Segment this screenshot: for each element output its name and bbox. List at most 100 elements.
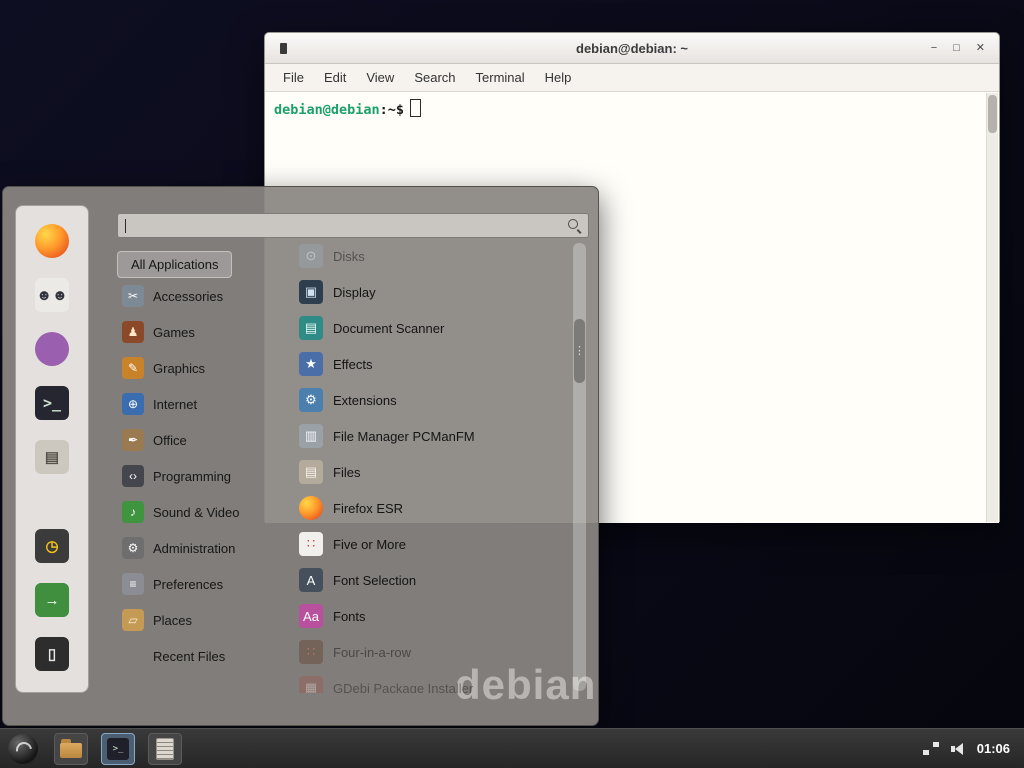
firefox-icon — [35, 224, 69, 258]
prompt-user: debian@debian — [274, 102, 380, 118]
category-label: Administration — [153, 541, 235, 556]
administration-category-icon: ⚙ — [122, 537, 144, 559]
effects-icon: ★ — [299, 352, 323, 376]
minimize-button[interactable]: − — [931, 43, 937, 54]
category-label: Games — [153, 325, 195, 340]
terminal-menu-edit[interactable]: Edit — [314, 66, 356, 89]
category-places[interactable]: ▱ Places — [117, 602, 281, 638]
category-label: Office — [153, 433, 187, 448]
app-firefox-esr[interactable]: Firefox ESR — [285, 490, 573, 526]
category-office[interactable]: ✒ Office — [117, 422, 281, 458]
app-file-manager-pcmanfm[interactable]: ▥ File Manager PCManFM — [285, 418, 573, 454]
terminal-menubar: FileEditViewSearchTerminalHelp — [265, 64, 999, 92]
preferences-category-icon: ≡ — [122, 573, 144, 595]
category-accessories[interactable]: ✂Accessories — [117, 278, 281, 314]
terminal-menu-file[interactable]: File — [273, 66, 314, 89]
games-category-icon: ♟ — [122, 321, 144, 343]
volume-icon[interactable] — [951, 743, 965, 755]
app-label: Five or More — [333, 537, 406, 552]
app-label: Font Selection — [333, 573, 416, 588]
chat-app-icon — [35, 332, 69, 366]
terminal-menu-view[interactable]: View — [356, 66, 404, 89]
category-graphics[interactable]: ✎Graphics — [117, 350, 281, 386]
lock-screen-button[interactable]: ◷ — [29, 523, 75, 569]
app-label: Disks — [333, 249, 365, 264]
app-extensions[interactable]: ⚙Extensions — [285, 382, 573, 418]
app-label: Firefox ESR — [333, 501, 403, 516]
quit-button[interactable]: ▯ — [29, 631, 75, 677]
app-label: Document Scanner — [333, 321, 444, 336]
app-label: GDebi Package Installer — [333, 681, 473, 694]
internet-category-icon: ⊕ — [122, 393, 144, 415]
terminal-menu-help[interactable]: Help — [535, 66, 582, 89]
category-administration[interactable]: ⚙ Administration — [117, 530, 281, 566]
app-fonts[interactable]: AaFonts — [285, 598, 573, 634]
app-list: ⊙Disks▣Display▤Document Scanner★Effects⚙… — [285, 238, 573, 693]
menu-button[interactable] — [8, 734, 38, 764]
four-in-a-row-icon: ∷ — [299, 640, 323, 664]
category-label: Internet — [153, 397, 197, 412]
app-list-scrollbar[interactable] — [573, 243, 586, 691]
display-icon: ▣ — [299, 280, 323, 304]
terminal-scrollbar[interactable] — [986, 93, 998, 522]
taskbar-apps: >_ — [54, 733, 182, 765]
terminal-menu-search[interactable]: Search — [404, 66, 465, 89]
category-internet[interactable]: ⊕ Internet — [117, 386, 281, 422]
logout-button[interactable]: → — [29, 577, 75, 623]
category-programming[interactable]: ‹›Programming — [117, 458, 281, 494]
category-label: Programming — [153, 469, 231, 484]
quit-icon: ▯ — [35, 637, 69, 671]
app-five-or-more[interactable]: ∷Five or More — [285, 526, 573, 562]
search-box[interactable] — [117, 213, 589, 238]
favorite-chat-app[interactable] — [29, 326, 75, 372]
file-manager-icon: ▤ — [35, 440, 69, 474]
app-document-scanner[interactable]: ▤Document Scanner — [285, 310, 573, 346]
taskbar-terminal-button[interactable]: >_ — [101, 733, 135, 765]
prompt-path: :~$ — [380, 102, 404, 118]
places-category-icon: ▱ — [122, 609, 144, 631]
clock[interactable]: 01:06 — [977, 741, 1010, 756]
terminal-scrollbar-thumb[interactable] — [988, 95, 997, 133]
app-effects[interactable]: ★Effects — [285, 346, 573, 382]
office-category-icon: ✒ — [122, 429, 144, 451]
close-button[interactable]: ✕ — [976, 43, 985, 54]
terminal-icon: >_ — [107, 738, 129, 760]
terminal-cursor — [410, 99, 421, 117]
category-games[interactable]: ♟ Games — [117, 314, 281, 350]
category-all-applications[interactable]: All Applications — [117, 251, 232, 278]
accessories-category-icon: ✂ — [122, 285, 144, 307]
maximize-button[interactable]: □ — [953, 43, 960, 54]
category-preferences[interactable]: ≡ Preferences — [117, 566, 281, 602]
category-label: Preferences — [153, 577, 223, 592]
search-input[interactable] — [126, 214, 568, 237]
terminal-icon: >_ — [35, 386, 69, 420]
favorite-firefox[interactable] — [29, 218, 75, 264]
firefox-esr-icon — [299, 496, 323, 520]
app-list-scrollbar-thumb[interactable] — [574, 319, 585, 383]
taskbar-files-button[interactable] — [148, 733, 182, 765]
app-disks[interactable]: ⊙Disks — [285, 238, 573, 274]
app-display[interactable]: ▣Display — [285, 274, 573, 310]
files-icon: ▤ — [299, 460, 323, 484]
terminal-menu-terminal[interactable]: Terminal — [466, 66, 535, 89]
network-icon[interactable] — [923, 742, 939, 755]
app-gdebi-package-installer[interactable]: ▦ GDebi Package Installer — [285, 670, 573, 693]
terminal-window-icon — [280, 43, 287, 54]
category-sound-video[interactable]: ♪Sound & Video — [117, 494, 281, 530]
app-four-in-a-row[interactable]: ∷Four-in-a-row — [285, 634, 573, 670]
category-label: Places — [153, 613, 192, 628]
category-label: Recent Files — [153, 649, 225, 664]
category-recent-files[interactable]: Recent Files — [117, 638, 281, 674]
taskbar-file-manager-button[interactable] — [54, 733, 88, 765]
terminal-titlebar[interactable]: debian@debian: ~ −□✕ — [265, 33, 999, 64]
favorite-terminal[interactable]: >_ — [29, 380, 75, 426]
category-label: Graphics — [153, 361, 205, 376]
favorite-file-manager[interactable]: ▤ — [29, 434, 75, 480]
app-font-selection[interactable]: AFont Selection — [285, 562, 573, 598]
app-label: File Manager PCManFM — [333, 429, 475, 444]
file-manager-pcmanfm-icon: ▥ — [299, 424, 323, 448]
logout-icon: → — [35, 583, 69, 617]
app-files[interactable]: ▤Files — [285, 454, 573, 490]
gdebi-package-installer-icon: ▦ — [299, 676, 323, 693]
favorite-user-accounts[interactable]: ☻☻ — [29, 272, 75, 318]
